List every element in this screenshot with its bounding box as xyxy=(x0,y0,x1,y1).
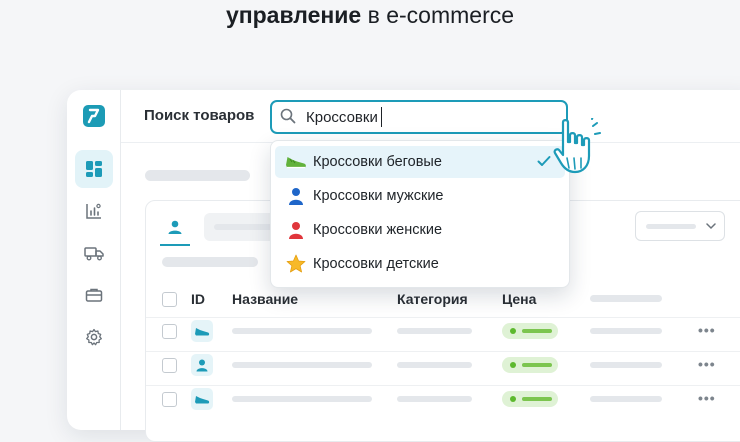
headline-rest: в e-commerce xyxy=(361,2,515,28)
row-name-placeholder xyxy=(232,362,372,368)
row-product-thumb xyxy=(191,320,213,342)
search-label: Поиск товаров xyxy=(144,107,255,124)
suggestion-item-women[interactable]: Кроссовки женские xyxy=(275,214,565,246)
checkmark-icon xyxy=(537,156,551,166)
person-icon xyxy=(196,359,208,372)
filter-placeholder-text xyxy=(646,224,696,229)
dashboard-icon xyxy=(86,161,102,177)
row-divider xyxy=(146,385,740,386)
row-price-pill xyxy=(502,391,558,407)
row-product-thumb xyxy=(191,388,213,410)
person-red-icon xyxy=(285,220,307,240)
search-icon xyxy=(280,108,296,124)
row-extra-placeholder xyxy=(590,362,662,368)
row-divider xyxy=(146,351,740,352)
section-placeholder xyxy=(162,257,258,267)
sidebar-item-delivery[interactable] xyxy=(75,234,113,272)
truck-icon xyxy=(84,247,104,261)
column-header-id: ID xyxy=(191,291,205,307)
topbar: Поиск товаров xyxy=(121,90,740,143)
row-name-placeholder xyxy=(232,328,372,334)
chevron-down-icon xyxy=(706,223,716,230)
sidebar-item-orders[interactable] xyxy=(75,276,113,314)
row-category-placeholder xyxy=(397,362,472,368)
column-header-category: Категория xyxy=(397,291,468,307)
row-product-thumb xyxy=(191,354,213,376)
row-checkbox[interactable] xyxy=(162,358,177,373)
row-category-placeholder xyxy=(397,396,472,402)
sidebar-item-dashboard[interactable] xyxy=(75,150,113,188)
search-box[interactable] xyxy=(270,100,568,134)
row-more-button[interactable]: ••• xyxy=(698,356,716,372)
sneaker-icon xyxy=(195,396,210,404)
person-blue-icon xyxy=(285,186,307,206)
row-more-button[interactable]: ••• xyxy=(698,390,716,406)
column-header-name: Название xyxy=(232,291,299,307)
filter-select[interactable] xyxy=(635,211,725,241)
column-header-placeholder xyxy=(590,295,662,302)
suggestion-item-kids[interactable]: Кроссовки детские xyxy=(275,248,565,280)
text-caret xyxy=(381,107,382,127)
row-checkbox[interactable] xyxy=(162,324,177,339)
star-icon xyxy=(285,254,307,274)
headline-bold: управление xyxy=(225,2,362,28)
suggestion-item-men[interactable]: Кроссовки мужские xyxy=(275,180,565,212)
sidebar-item-settings[interactable] xyxy=(75,318,113,356)
user-icon xyxy=(168,220,182,234)
briefcase-icon xyxy=(85,288,103,302)
suggestion-label: Кроссовки женские xyxy=(313,222,443,238)
gear-icon xyxy=(86,328,102,346)
suggestion-item-running[interactable]: Кроссовки беговые xyxy=(275,146,565,178)
sidebar-item-analytics[interactable] xyxy=(75,192,113,230)
tab-users[interactable] xyxy=(160,210,190,246)
analytics-icon xyxy=(86,203,101,219)
headline: управление в e-commerce xyxy=(0,2,740,29)
sneaker-icon xyxy=(285,152,307,172)
row-extra-placeholder xyxy=(590,328,662,334)
row-price-pill xyxy=(502,357,558,373)
row-more-button[interactable]: ••• xyxy=(698,322,716,338)
row-extra-placeholder xyxy=(590,396,662,402)
sneaker-icon xyxy=(195,328,210,336)
row-name-placeholder xyxy=(232,396,372,402)
placeholder-bar xyxy=(145,170,250,181)
row-divider xyxy=(146,317,740,318)
suggestion-label: Кроссовки детские xyxy=(313,256,439,272)
search-input[interactable] xyxy=(306,106,546,128)
search-suggestions-dropdown: Кроссовки беговые Кроссовки мужские Крос… xyxy=(270,140,570,288)
sidebar xyxy=(67,90,121,430)
row-category-placeholder xyxy=(397,328,472,334)
row-price-pill xyxy=(502,323,558,339)
suggestion-label: Кроссовки беговые xyxy=(313,154,442,170)
brand-logo-icon[interactable] xyxy=(83,105,105,127)
column-header-price: Цена xyxy=(502,291,537,307)
row-checkbox[interactable] xyxy=(162,392,177,407)
hand-cursor-icon xyxy=(553,118,601,174)
suggestion-label: Кроссовки мужские xyxy=(313,188,444,204)
select-all-checkbox[interactable] xyxy=(162,292,177,307)
